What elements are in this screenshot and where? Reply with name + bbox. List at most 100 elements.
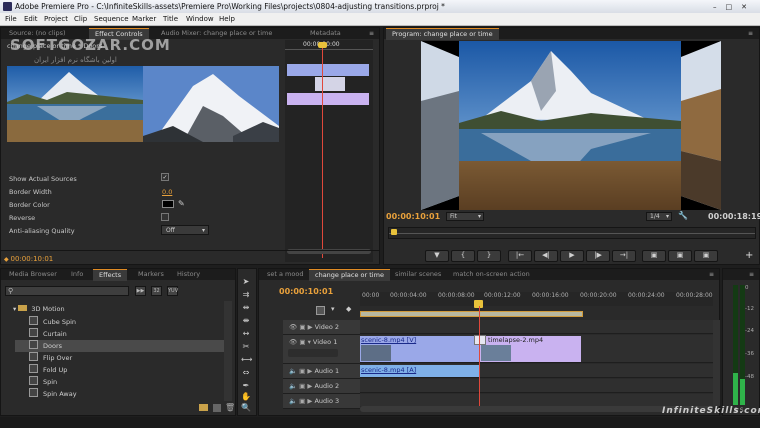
menu-marker[interactable]: Marker: [132, 13, 156, 26]
tab-similar-scenes[interactable]: similar scenes: [389, 269, 447, 280]
folder-3d-motion[interactable]: ▾ 3D Motion: [13, 305, 65, 313]
selection-tool-icon[interactable]: ➤: [241, 277, 251, 287]
pen-tool-icon[interactable]: ✒: [241, 381, 251, 391]
menu-sequence[interactable]: Sequence: [94, 13, 129, 26]
speaker-icon[interactable]: 🔈: [289, 382, 297, 390]
effect-item-fold-up[interactable]: Fold Up: [15, 364, 229, 376]
step-forward-button[interactable]: |▶: [586, 250, 610, 262]
trash-icon[interactable]: 🗑: [225, 403, 235, 412]
program-menu-icon[interactable]: ≡: [748, 28, 753, 39]
timeline-vertical-scrollbar[interactable]: [713, 320, 720, 406]
resolution-select[interactable]: 1/4 ▾: [646, 212, 672, 221]
border-width-value[interactable]: 0.0: [162, 188, 172, 196]
border-color-swatch[interactable]: [162, 200, 174, 208]
eye-icon[interactable]: 👁: [289, 323, 297, 331]
effect-item-spin[interactable]: Spin: [15, 376, 229, 388]
step-back-button[interactable]: ◀|: [534, 250, 558, 262]
scrubber-playhead[interactable]: [391, 229, 397, 235]
panel-menu-icon[interactable]: ≡: [369, 28, 374, 39]
lane-audio-2[interactable]: [360, 379, 713, 393]
lock-icon[interactable]: ▣: [299, 367, 305, 375]
set-encore-marker-icon[interactable]: ◆: [346, 305, 351, 313]
speaker-icon[interactable]: 🔈: [289, 397, 297, 405]
timeline-playhead-line[interactable]: [479, 306, 480, 406]
effect-item-flip-over[interactable]: Flip Over: [15, 352, 229, 364]
reverse-checkbox[interactable]: [161, 213, 169, 221]
32bit-effects-icon[interactable]: 32: [151, 286, 162, 296]
extract-button[interactable]: ▣: [668, 250, 692, 262]
clip-scenic-8-video[interactable]: scenic-8.mp4 [V]: [360, 336, 480, 362]
eyedropper-icon[interactable]: ✎: [178, 199, 185, 208]
hand-tool-icon[interactable]: ✋: [241, 392, 251, 402]
menu-help[interactable]: Help: [219, 13, 235, 26]
accelerated-effects-icon[interactable]: ▶▶: [135, 286, 146, 296]
tab-change-place-or-time[interactable]: change place or time: [309, 269, 390, 281]
new-item-icon[interactable]: [213, 404, 221, 412]
razor-tool-icon[interactable]: ✂: [241, 342, 251, 352]
track-audio-2[interactable]: 🔈 ▣ ▶ Audio 2: [283, 379, 360, 394]
lock-icon[interactable]: ▣: [299, 323, 305, 331]
tab-match-on-screen-action[interactable]: match on-screen action: [447, 269, 536, 280]
mini-clip-a[interactable]: [287, 64, 369, 76]
timeline-menu-icon[interactable]: ≡: [709, 269, 714, 280]
show-actual-sources-checkbox[interactable]: ✓: [161, 173, 169, 181]
effect-item-cube-spin[interactable]: Cube Spin: [15, 316, 229, 328]
doors-transition-marker[interactable]: [474, 335, 486, 345]
mini-playhead-handle[interactable]: [318, 42, 327, 48]
tab-history[interactable]: History: [171, 269, 206, 280]
new-bin-icon[interactable]: [199, 404, 208, 411]
track-select-tool-icon[interactable]: ⇉: [241, 290, 251, 300]
menu-edit[interactable]: Edit: [24, 13, 38, 26]
add-button-plus-icon[interactable]: +: [745, 250, 753, 261]
program-current-timecode[interactable]: 00:00:10:01: [386, 212, 440, 221]
menu-title[interactable]: Title: [163, 13, 178, 26]
clip-scenic-8-audio[interactable]: scenic-8.mp4 [A]: [360, 365, 480, 377]
lock-icon[interactable]: ▣: [299, 397, 305, 405]
go-to-out-button[interactable]: →|: [612, 250, 636, 262]
effect-item-curtain[interactable]: Curtain: [15, 328, 229, 340]
lane-audio-3[interactable]: [360, 394, 713, 406]
expand-icon[interactable]: ▶: [307, 382, 312, 390]
mini-playhead[interactable]: [322, 46, 323, 258]
slide-tool-icon[interactable]: ⇔: [241, 368, 251, 378]
track-audio-1[interactable]: 🔈 ▣ ▶ Audio 1: [283, 364, 360, 379]
menu-file[interactable]: File: [5, 13, 17, 26]
tab-media-browser[interactable]: Media Browser: [3, 269, 63, 280]
audio-meter-menu-icon[interactable]: ≡: [749, 269, 754, 280]
mini-clip-b[interactable]: [287, 93, 369, 105]
slip-tool-icon[interactable]: ⟷: [241, 355, 252, 365]
zoom-fit-select[interactable]: Fit ▾: [446, 212, 484, 221]
add-marker-button[interactable]: ▼: [425, 250, 449, 262]
tab-set-a-mood[interactable]: set a mood: [261, 269, 309, 280]
track-audio-3[interactable]: 🔈 ▣ ▶ Audio 3: [283, 394, 360, 409]
tab-program[interactable]: Program: change place or time: [386, 28, 499, 40]
zoom-tool-icon[interactable]: 🔍: [241, 403, 251, 413]
tab-info[interactable]: Info: [65, 269, 89, 280]
tab-audio-mixer[interactable]: Audio Mixer: change place or time: [155, 28, 278, 39]
anti-aliasing-select[interactable]: Off ▾: [161, 225, 209, 235]
program-scrubber[interactable]: [388, 227, 756, 239]
ripple-edit-tool-icon[interactable]: ⇹: [241, 303, 251, 313]
lock-icon[interactable]: ▣: [299, 338, 305, 346]
mark-out-button[interactable]: }: [477, 250, 501, 262]
mark-in-button[interactable]: {: [451, 250, 475, 262]
timeline-ruler[interactable]: 00:00 00:00:04:00 00:00:08:00 00:00:12:0…: [360, 292, 713, 306]
export-frame-button[interactable]: ▣: [694, 250, 718, 262]
yuv-effects-icon[interactable]: YUV: [167, 286, 178, 296]
effect-item-doors[interactable]: Doors: [15, 340, 229, 352]
clip-timelapse-2[interactable]: timelapse-2.mp4: [479, 336, 581, 362]
speaker-icon[interactable]: 🔈: [289, 367, 297, 375]
collapse-icon[interactable]: ▾: [308, 338, 311, 346]
expand-icon[interactable]: ▶: [308, 323, 313, 331]
lift-button[interactable]: ▣: [642, 250, 666, 262]
menu-project[interactable]: Project: [44, 13, 68, 26]
tab-metadata[interactable]: Metadata: [304, 28, 347, 39]
lane-video-2[interactable]: [360, 320, 713, 334]
expand-icon[interactable]: ▶: [307, 367, 312, 375]
effects-scrollbar[interactable]: [224, 301, 232, 401]
rolling-edit-tool-icon[interactable]: ⇼: [241, 316, 251, 326]
menu-window[interactable]: Window: [186, 13, 214, 26]
rate-stretch-tool-icon[interactable]: ↔: [241, 329, 251, 339]
go-to-in-button[interactable]: |←: [508, 250, 532, 262]
tab-effects[interactable]: Effects: [93, 269, 128, 281]
